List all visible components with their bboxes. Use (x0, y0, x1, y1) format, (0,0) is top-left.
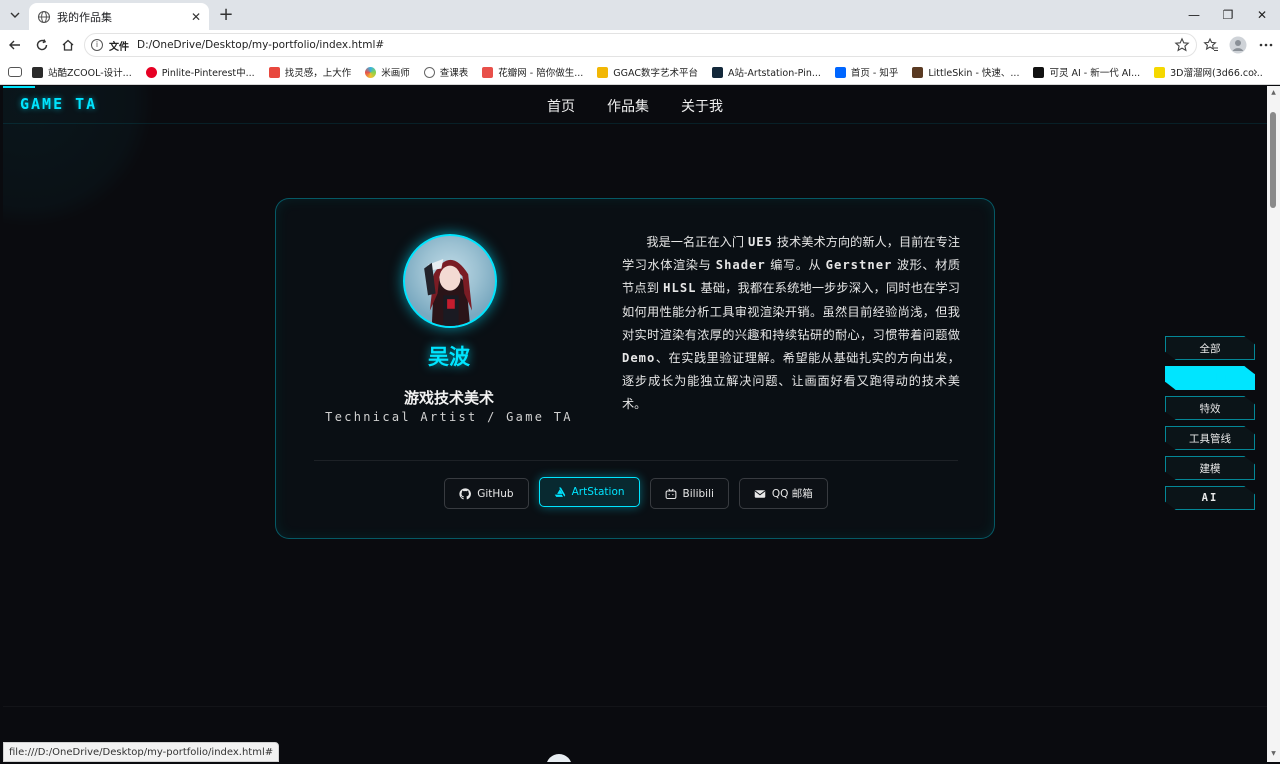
category-filters: 全部 Shader 特效 工具管线 建模 AI (1165, 336, 1255, 516)
info-icon[interactable]: i (91, 39, 103, 51)
star-icon[interactable] (1174, 37, 1190, 53)
nav-home[interactable]: 首页 (543, 96, 579, 116)
bookmark-item[interactable]: 查课表 (423, 65, 468, 79)
link-status-bar: file:///D:/OneDrive/Desktop/my-portfolio… (3, 742, 280, 762)
bookmark-item[interactable]: LittleSkin - 快速、... (912, 65, 1019, 79)
reload-icon (36, 39, 48, 51)
floating-widget-icon[interactable] (546, 754, 572, 762)
bookmark-item[interactable]: 米画师 (365, 65, 410, 79)
bookmark-item[interactable]: 花瓣网 - 陪你做生... (482, 65, 583, 79)
scroll-thumb[interactable] (1270, 112, 1276, 208)
footer-divider (3, 706, 1267, 707)
chevron-right-icon[interactable]: › (1253, 65, 1258, 80)
browser-tab-strip: 我的作品集 ✕ + — ❐ ✕ (0, 0, 1280, 30)
logo-accent-bar (3, 86, 35, 88)
site-nav: 首页 作品集 关于我 (3, 96, 1267, 116)
favorites-button[interactable] (1201, 35, 1221, 55)
artstation-icon (711, 66, 723, 78)
dazuo-icon (268, 66, 280, 78)
3d66-icon (1154, 66, 1166, 78)
minimize-window-button[interactable]: — (1177, 0, 1211, 30)
avatar (403, 234, 497, 328)
artstation-icon (554, 487, 565, 497)
filter-modeling[interactable]: 建模 (1165, 456, 1255, 480)
profile-bio: 我是一名正在入门 UE5 技术美术方向的新人，目前在专注学习水体渲染与 Shad… (622, 235, 961, 412)
profile-role-en: Technical Artist / Game TA (325, 410, 573, 424)
huaban-icon (482, 66, 494, 78)
bilibili-link-button[interactable]: Bilibili (649, 478, 729, 509)
avatar-illustration (424, 258, 473, 326)
littleskin-icon (912, 66, 924, 78)
filter-vfx[interactable]: 特效 (1165, 396, 1255, 420)
scroll-up-icon[interactable]: ▲ (1270, 89, 1277, 96)
bilibili-icon (665, 488, 676, 499)
arrow-left-icon (9, 40, 20, 50)
mail-icon (754, 489, 766, 498)
card-divider (314, 460, 958, 461)
artstation-link-button[interactable]: ArtStation (538, 477, 640, 507)
page-scrollbar[interactable]: ▲ ▼ (1267, 86, 1280, 762)
bookmark-item[interactable]: GGAC数字艺术平台 (597, 65, 698, 79)
profile-role-zh: 游戏技术美术 (403, 389, 494, 407)
github-link-button[interactable]: GitHub (444, 478, 529, 509)
close-window-button[interactable]: ✕ (1245, 0, 1279, 30)
favorites-icon (1203, 37, 1218, 52)
globe-icon (423, 66, 435, 78)
filter-ai[interactable]: AI (1165, 486, 1255, 510)
nav-about[interactable]: 关于我 (677, 96, 727, 116)
tab-list-dropdown-button[interactable] (5, 5, 25, 25)
browser-tab-active[interactable]: 我的作品集 ✕ (29, 3, 209, 30)
bookmark-item[interactable]: 站酷ZCOOL-设计... (32, 65, 132, 79)
filter-pipeline[interactable]: 工具管线 (1165, 426, 1255, 450)
bookmark-item[interactable]: 可灵 AI - 新一代 AI... (1033, 65, 1140, 79)
profile-card: 吴波 游戏技术美术 Technical Artist / Game TA 我是一… (275, 198, 995, 539)
qq-mail-link-button[interactable]: QQ 邮箱 (738, 478, 828, 509)
bookmark-item[interactable]: A站-Artstation-Pin... (711, 65, 821, 79)
apps-icon[interactable] (8, 67, 22, 77)
filter-shader[interactable]: Shader (1165, 366, 1255, 390)
bookmark-item[interactable]: 3D溜溜网(3d66.co... (1154, 65, 1263, 79)
mihuashi-icon (365, 66, 377, 78)
browser-toolbar: i 文件 D:/OneDrive/Desktop/my-portfolio/in… (0, 30, 1280, 60)
profile-name: 吴波 (428, 345, 470, 369)
page-viewport: GAME TA 首页 作品集 关于我 吴波 游戏技术美术 Technical A… (3, 86, 1267, 762)
url-text[interactable]: D:/OneDrive/Desktop/my-portfolio/index.h… (137, 39, 1174, 51)
bookmark-item[interactable]: 找灵感，上大作 (268, 65, 351, 79)
close-tab-icon[interactable]: ✕ (188, 9, 204, 25)
ggac-icon (597, 66, 609, 78)
header-divider (3, 123, 1267, 124)
kling-icon (1033, 66, 1045, 78)
social-links: GitHub ArtStation Bilibili QQ 邮箱 (276, 477, 996, 509)
profile-button[interactable] (1228, 35, 1248, 55)
zcool-icon (32, 66, 43, 78)
bookmark-item[interactable]: 首页 - 知乎 (834, 65, 898, 79)
tab-title: 我的作品集 (57, 10, 112, 24)
more-menu-button[interactable] (1256, 35, 1276, 55)
avatar-icon (1229, 36, 1247, 54)
new-tab-button[interactable]: + (216, 4, 236, 25)
zhihu-icon (834, 66, 846, 78)
restore-window-button[interactable]: ❐ (1211, 0, 1245, 30)
filter-all[interactable]: 全部 (1165, 336, 1255, 360)
back-button[interactable] (5, 35, 25, 55)
chevron-down-icon (10, 12, 20, 18)
home-icon (62, 39, 74, 51)
address-bar[interactable]: i 文件 D:/OneDrive/Desktop/my-portfolio/in… (84, 33, 1197, 57)
more-horizontal-icon (1259, 43, 1273, 47)
bookmarks-bar: 站酷ZCOOL-设计... Pinlite-Pinterest中... 找灵感，… (0, 60, 1280, 85)
github-icon (459, 487, 472, 499)
globe-icon (37, 10, 51, 23)
home-button[interactable] (58, 35, 78, 55)
nav-portfolio[interactable]: 作品集 (603, 96, 653, 116)
reload-button[interactable] (32, 35, 52, 55)
pinterest-icon (145, 66, 157, 78)
scroll-down-icon[interactable]: ▼ (1270, 750, 1277, 757)
bookmark-item[interactable]: Pinlite-Pinterest中... (145, 65, 255, 79)
url-scheme-label: 文件 (109, 41, 129, 53)
